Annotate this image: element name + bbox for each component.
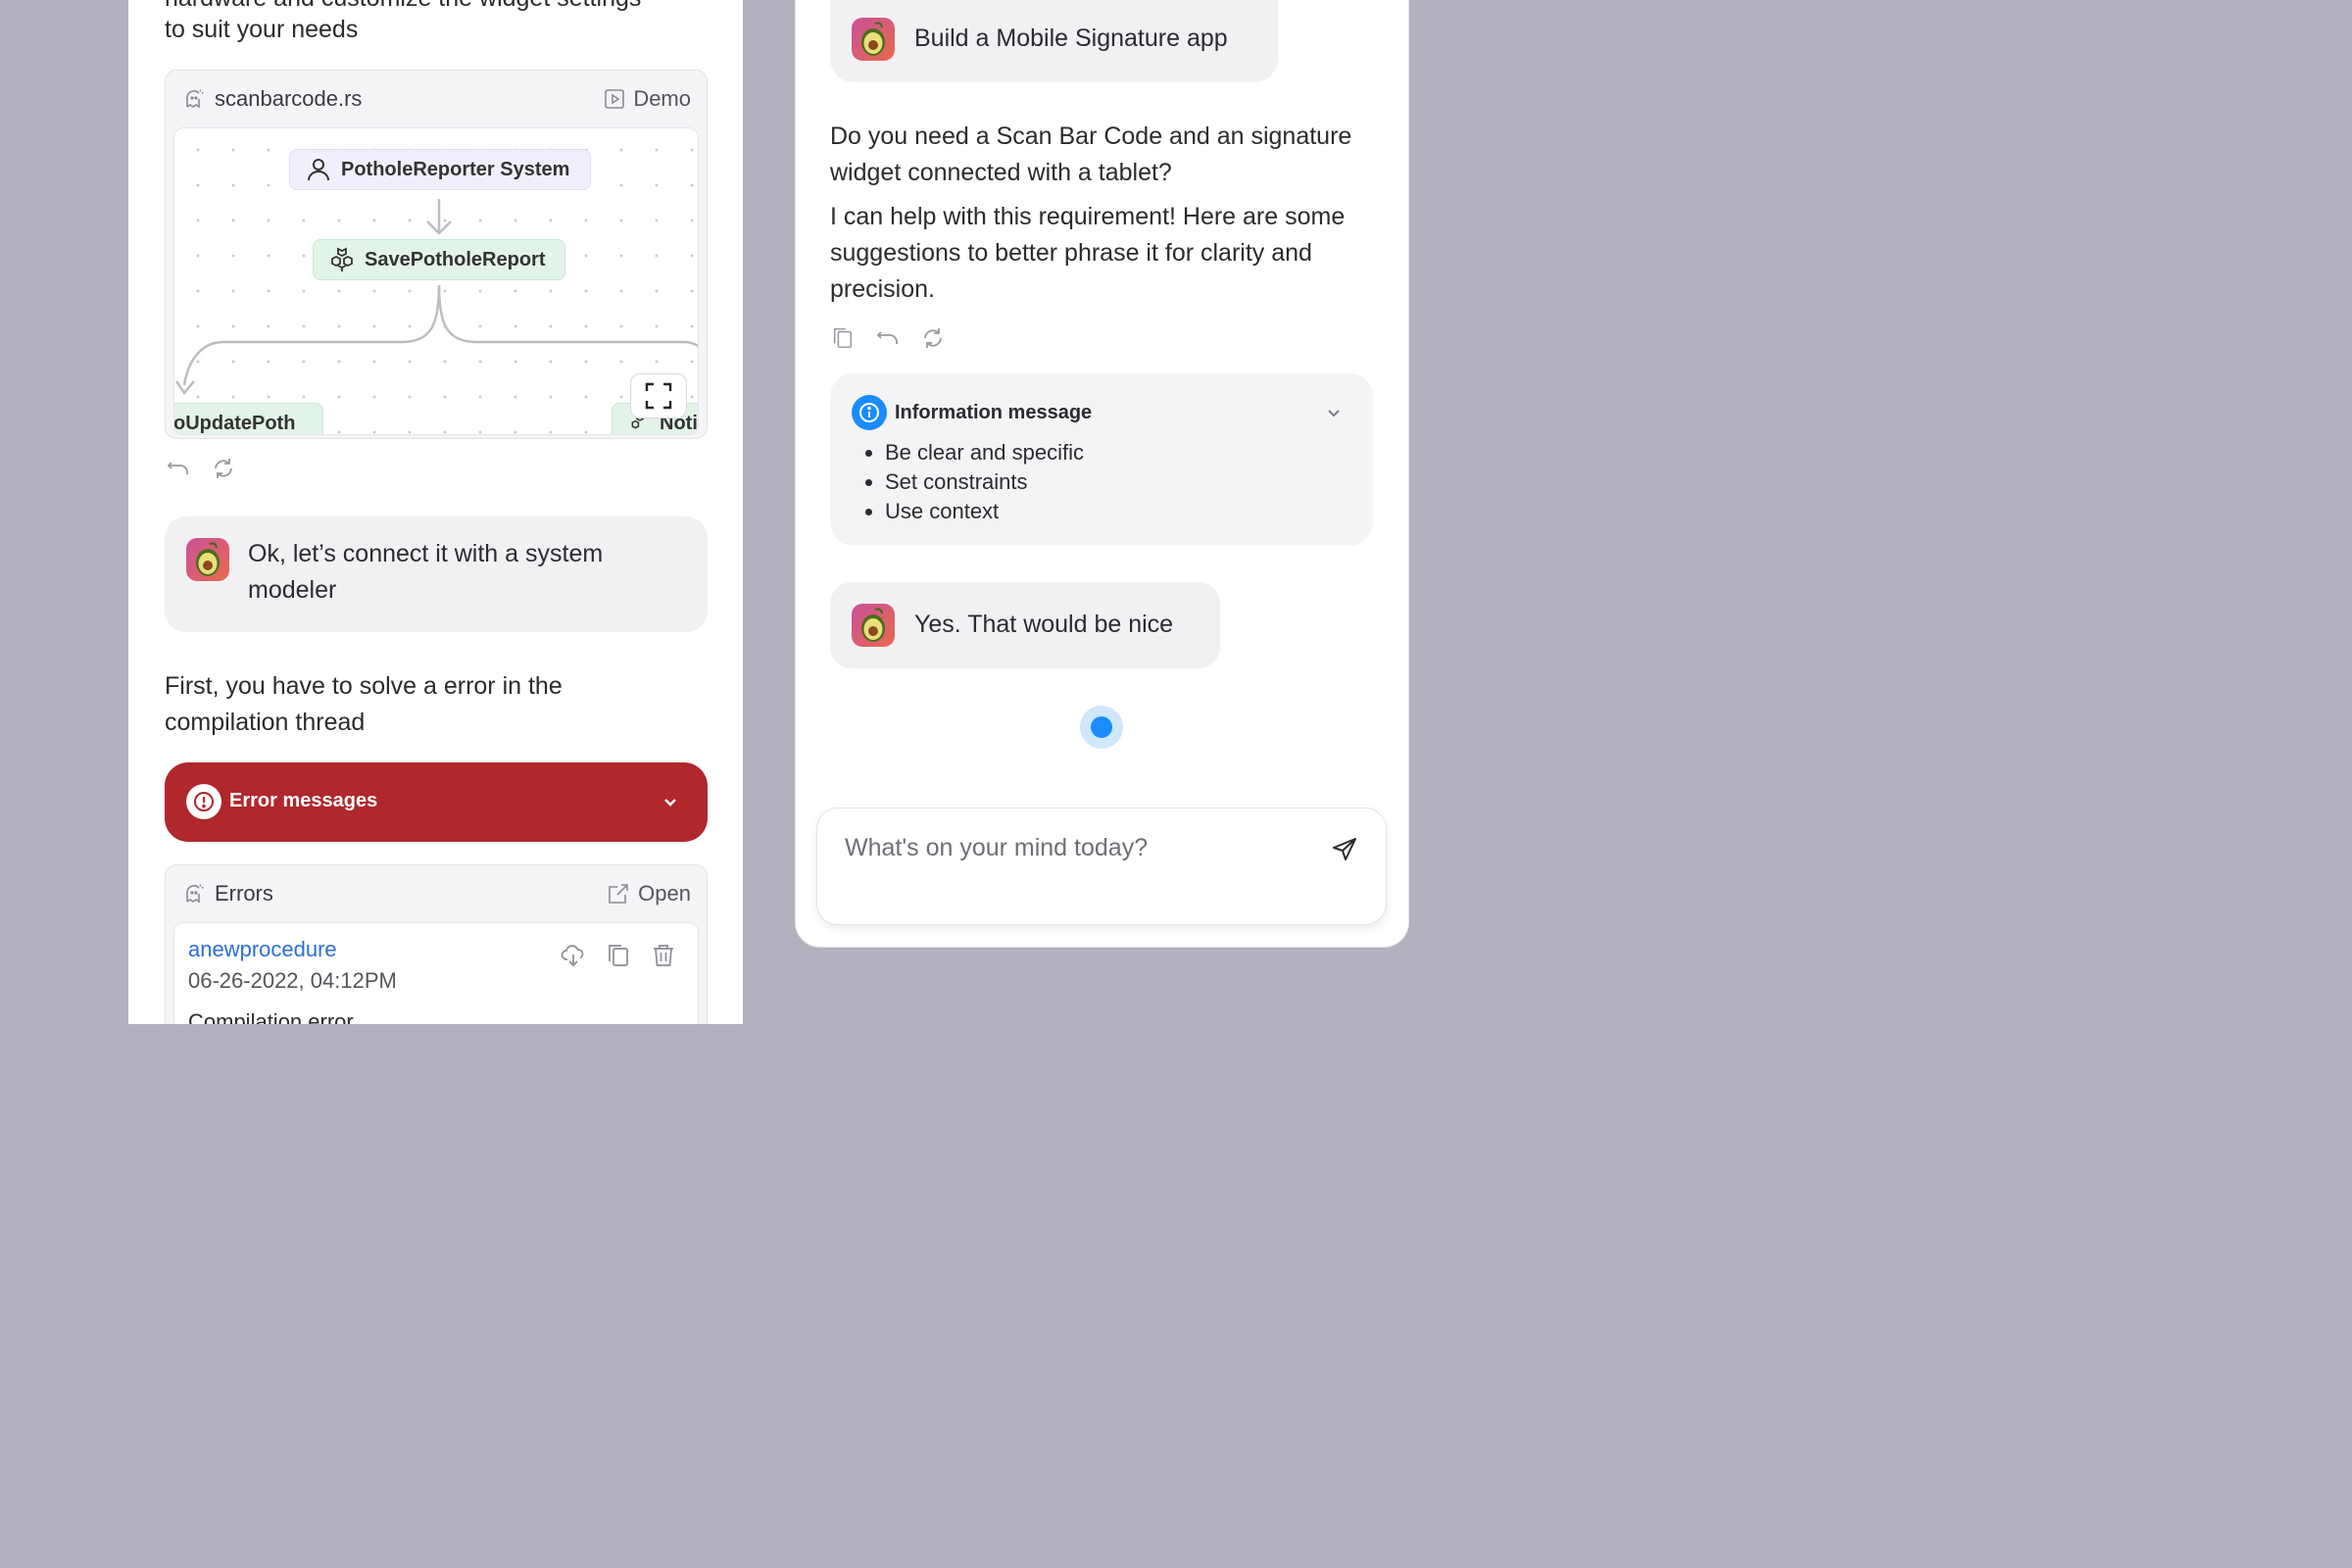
code-card-header: scanbarcode.rs Demo — [183, 84, 691, 114]
copy-icon[interactable] — [606, 943, 631, 968]
avocado-avatar — [852, 18, 895, 61]
code-card-actions — [167, 457, 235, 480]
node-label: PotholeReporter System — [341, 158, 570, 180]
trash-icon[interactable] — [651, 943, 676, 968]
intro-text: to suit your needs — [165, 16, 359, 43]
info-icon — [852, 395, 887, 430]
user-message-text-2: Yes. That would be nice — [914, 611, 1174, 638]
response-actions — [831, 326, 945, 350]
demo-label: Demo — [633, 86, 691, 111]
code-card: scanbarcode.rs Demo PotholeReporter Syst… — [165, 70, 708, 439]
cubes-icon — [329, 247, 355, 272]
code-filename: scanbarcode.rs — [215, 86, 363, 111]
info-title: Information message — [895, 402, 1093, 423]
bot-response-text: First, you have to solve a error in the … — [165, 672, 563, 736]
regenerate-icon[interactable] — [212, 457, 235, 480]
error-item: anewprocedure 06-26-2022, 04:12PM Compil… — [173, 922, 699, 1024]
info-list: Be clear and specific Set constraints Us… — [850, 438, 1084, 526]
information-message-card: Information message Be clear and specifi… — [830, 373, 1373, 546]
chevron-down-icon[interactable] — [1324, 403, 1344, 422]
right-chat-panel: Build a Mobile Signature app Do you need… — [795, 0, 1409, 948]
diagram-canvas[interactable]: PotholeReporter System SavePotholeReport… — [173, 127, 699, 435]
expand-icon — [645, 382, 672, 410]
info-list-item: Use context — [885, 497, 1084, 526]
typing-dot — [1091, 716, 1112, 738]
bot-question-text: Do you need a Scan Bar Code and an signa… — [830, 122, 1352, 186]
ghost-icon — [183, 88, 205, 110]
external-link-icon — [607, 882, 630, 906]
error-item-actions — [561, 943, 676, 968]
errors-title: Errors — [215, 881, 273, 906]
regenerate-icon[interactable] — [921, 326, 945, 350]
node-updatepothole[interactable]: oUpdatePoth — [173, 403, 323, 434]
bot-answer-text: I can help with this requirement! Here a… — [830, 203, 1346, 303]
error-procedure-link[interactable]: anewprocedure — [188, 937, 337, 962]
node-savepotholereport[interactable]: SavePotholeReport — [313, 239, 565, 280]
error-messages-bar[interactable]: Error messages — [165, 762, 708, 842]
info-list-item: Set constraints — [885, 467, 1084, 497]
user-message-bubble-1: Build a Mobile Signature app — [830, 0, 1278, 82]
undo-icon[interactable] — [167, 457, 190, 480]
errors-card-header: Errors Open — [183, 879, 691, 908]
user-message-bubble-2: Yes. That would be nice — [830, 582, 1220, 668]
error-bar-label: Error messages — [229, 790, 378, 811]
info-list-item: Be clear and specific — [885, 438, 1084, 467]
typing-indicator — [1080, 706, 1123, 749]
alert-icon — [186, 784, 221, 819]
cloud-download-icon[interactable] — [561, 943, 586, 968]
user-message-text-1: Build a Mobile Signature app — [914, 24, 1228, 52]
node-label: SavePotholeReport — [365, 248, 546, 270]
undo-icon[interactable] — [876, 326, 900, 350]
open-button[interactable]: Open — [607, 881, 691, 906]
chevron-down-icon[interactable] — [661, 792, 680, 811]
play-icon — [604, 88, 625, 110]
error-date: 06-26-2022, 04:12PM — [188, 968, 397, 993]
error-description: Compilation error — [188, 1009, 354, 1024]
user-icon — [306, 157, 331, 182]
assistant-message-bubble: Ok, let’s connect it with a system model… — [165, 516, 708, 632]
open-label: Open — [638, 881, 691, 906]
errors-card: Errors Open anewprocedure 06-26-2022, 04… — [165, 864, 708, 1024]
send-icon[interactable] — [1331, 836, 1358, 863]
demo-button[interactable]: Demo — [604, 86, 691, 112]
fullscreen-button[interactable] — [630, 373, 687, 418]
ghost-icon — [183, 883, 205, 905]
copy-icon[interactable] — [831, 326, 855, 350]
avocado-avatar — [852, 604, 895, 647]
node-label: oUpdatePoth — [173, 412, 296, 434]
avocado-avatar — [186, 538, 229, 581]
assistant-message-text: Ok, let’s connect it with a system model… — [248, 540, 604, 604]
node-potholereporter-system[interactable]: PotholeReporter System — [289, 149, 591, 190]
message-input-box[interactable]: What's on your mind today? — [816, 808, 1387, 925]
message-input-placeholder[interactable]: What's on your mind today? — [845, 834, 1148, 862]
left-chat-panel: hardware and customize the widget settin… — [128, 0, 743, 1024]
